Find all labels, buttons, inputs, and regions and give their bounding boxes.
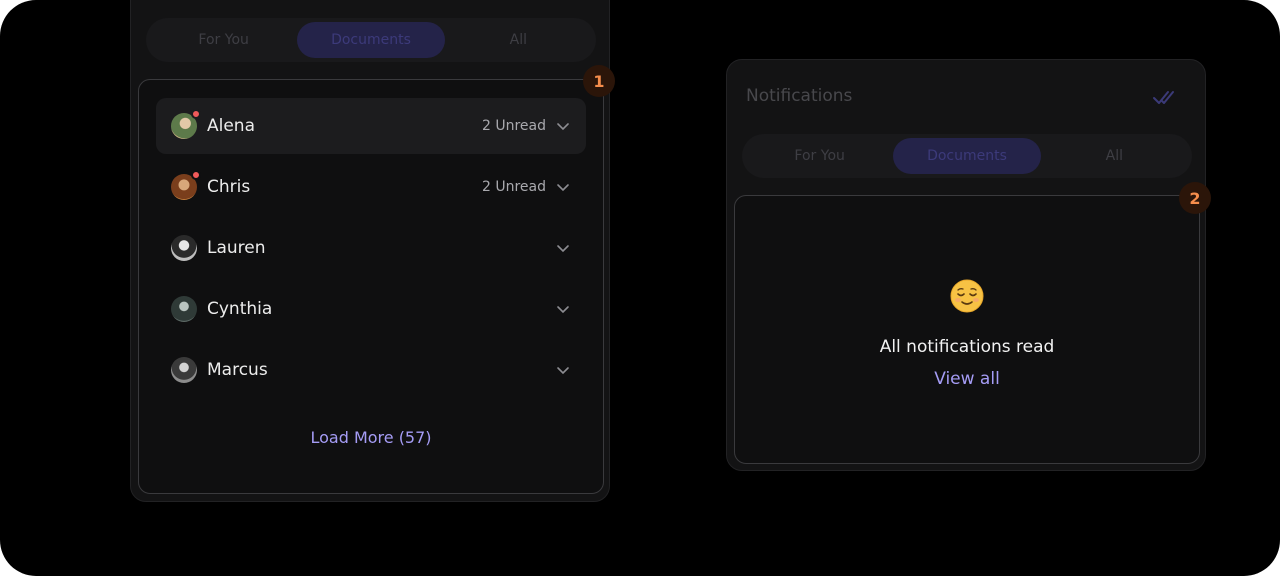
double-check-icon[interactable] xyxy=(1152,87,1178,107)
panel-title: Notifications xyxy=(746,86,853,106)
people-list: Alena 2 Unread Chris 2 Unread Lauren Cyn… xyxy=(138,79,604,494)
unread-dot xyxy=(191,109,201,119)
step-badge-2: 2 xyxy=(1179,182,1211,214)
canvas: For You Documents All Alena 2 Unread Chr… xyxy=(0,0,1280,576)
tab-all[interactable]: All xyxy=(445,22,592,58)
load-more-button[interactable]: Load More (57) xyxy=(139,428,603,447)
list-item-cynthia[interactable]: Cynthia xyxy=(156,281,586,337)
view-all-link[interactable]: View all xyxy=(735,369,1199,389)
conversation-panel: For You Documents All Alena 2 Unread Chr… xyxy=(130,0,610,502)
avatar xyxy=(171,296,197,322)
avatar xyxy=(171,235,197,261)
person-name: Cynthia xyxy=(207,299,273,319)
filter-tabs: For You Documents All xyxy=(742,134,1192,178)
person-name: Chris xyxy=(207,177,251,197)
unread-count: 2 Unread xyxy=(481,118,546,134)
tab-all[interactable]: All xyxy=(1041,138,1188,174)
list-item-lauren[interactable]: Lauren xyxy=(156,220,586,276)
avatar xyxy=(171,109,201,139)
chevron-down-icon[interactable] xyxy=(556,241,570,255)
avatar xyxy=(171,357,197,383)
list-item-chris[interactable]: Chris 2 Unread xyxy=(156,159,586,215)
chevron-down-icon[interactable] xyxy=(556,180,570,194)
avatar xyxy=(171,170,201,200)
relieved-face-icon xyxy=(950,279,984,313)
unread-count: 2 Unread xyxy=(481,179,546,195)
empty-state-message: All notifications read xyxy=(879,337,1055,357)
chevron-down-icon[interactable] xyxy=(556,119,570,133)
person-name: Lauren xyxy=(207,238,266,258)
person-name: Alena xyxy=(207,116,256,136)
person-name: Marcus xyxy=(207,360,268,380)
tab-for-you[interactable]: For You xyxy=(746,138,893,174)
tab-documents[interactable]: Documents xyxy=(297,22,445,58)
empty-state: All notifications read View all xyxy=(734,195,1200,464)
filter-tabs: For You Documents All xyxy=(146,18,596,62)
list-item-alena[interactable]: Alena 2 Unread xyxy=(156,98,586,154)
tab-documents[interactable]: Documents xyxy=(893,138,1041,174)
notifications-panel: Notifications For You Documents All All … xyxy=(726,59,1206,471)
chevron-down-icon[interactable] xyxy=(556,302,570,316)
tab-for-you[interactable]: For You xyxy=(150,22,297,58)
unread-dot xyxy=(191,170,201,180)
step-badge-1: 1 xyxy=(583,65,615,97)
chevron-down-icon[interactable] xyxy=(556,363,570,377)
list-item-marcus[interactable]: Marcus xyxy=(156,342,586,398)
